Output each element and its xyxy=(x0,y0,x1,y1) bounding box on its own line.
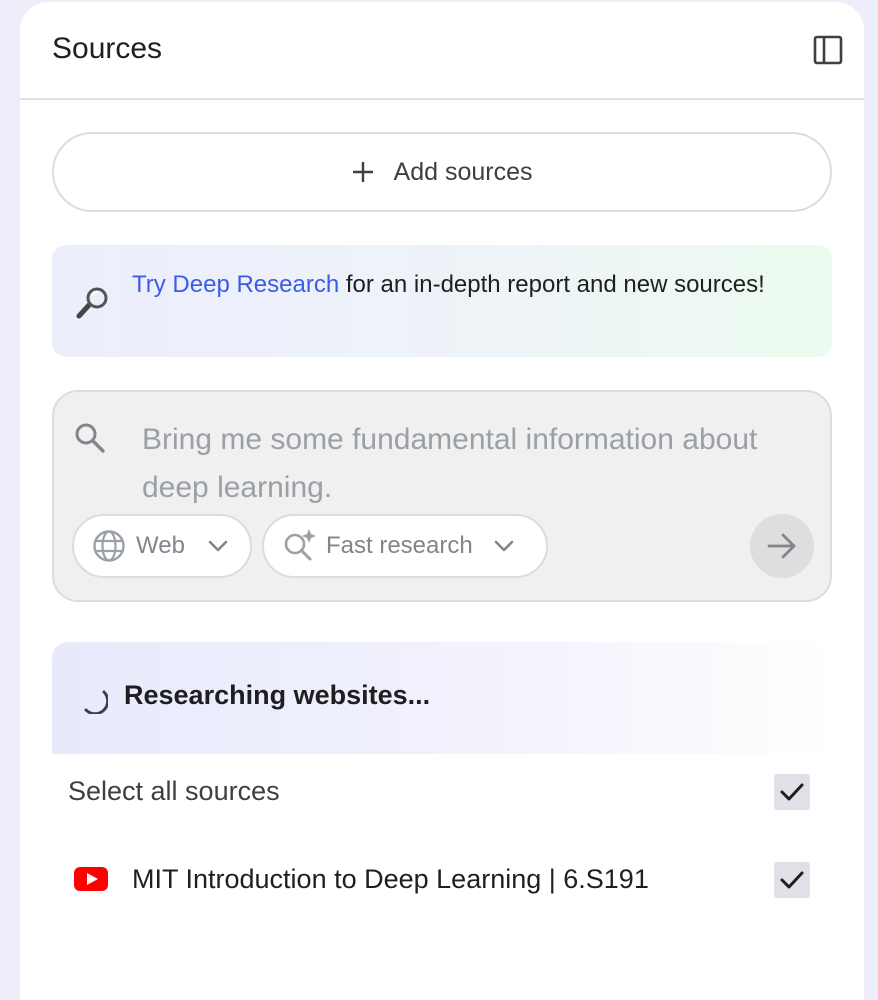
select-all-checkbox[interactable] xyxy=(774,774,810,810)
checkmark-icon xyxy=(780,871,804,889)
research-mode-dropdown[interactable]: Fast research xyxy=(262,514,548,578)
research-status-text: Researching websites... xyxy=(124,680,431,710)
add-sources-button[interactable]: Add sources xyxy=(52,132,832,212)
globe-icon xyxy=(93,530,125,562)
research-query-input[interactable]: Bring me some fundamental information ab… xyxy=(142,416,782,512)
source-list-item[interactable]: MIT Introduction to Deep Learning | 6.S1… xyxy=(52,850,832,910)
promo-text: Try Deep Research for an in-depth report… xyxy=(132,269,772,301)
promo-description: for an in-depth report and new sources! xyxy=(339,271,765,298)
magnifying-glass-icon xyxy=(76,287,108,319)
deep-research-promo: Try Deep Research for an in-depth report… xyxy=(52,245,832,357)
submit-research-button[interactable] xyxy=(750,514,814,578)
sources-panel: Sources Add sources Try Deep Research fo… xyxy=(20,2,864,1000)
youtube-icon xyxy=(74,867,108,891)
chevron-down-icon xyxy=(208,540,228,552)
arrow-right-icon xyxy=(767,533,796,559)
spinner-icon xyxy=(84,690,108,714)
select-all-row: Select all sources xyxy=(52,762,832,822)
panel-header: Sources xyxy=(20,2,864,100)
research-status: Researching websites... xyxy=(52,642,832,754)
checkmark-icon xyxy=(780,783,804,801)
research-mode-label: Fast research xyxy=(326,532,473,559)
select-all-label: Select all sources xyxy=(68,776,280,806)
research-query-box: Bring me some fundamental information ab… xyxy=(52,390,832,602)
source-type-label: Web xyxy=(136,532,185,559)
collapse-panel-button[interactable] xyxy=(810,32,846,68)
add-sources-label: Add sources xyxy=(393,157,533,186)
sparkle-search-icon xyxy=(284,529,316,561)
source-checkbox[interactable] xyxy=(774,862,810,898)
chevron-down-icon xyxy=(494,540,514,552)
sidebar-panel-icon xyxy=(813,35,843,65)
source-type-dropdown[interactable]: Web xyxy=(72,514,252,578)
plus-icon xyxy=(352,162,373,182)
source-title: MIT Introduction to Deep Learning | 6.S1… xyxy=(132,864,649,894)
search-icon xyxy=(75,423,105,453)
panel-title: Sources xyxy=(52,32,163,65)
try-deep-research-link[interactable]: Try Deep Research xyxy=(132,271,339,298)
